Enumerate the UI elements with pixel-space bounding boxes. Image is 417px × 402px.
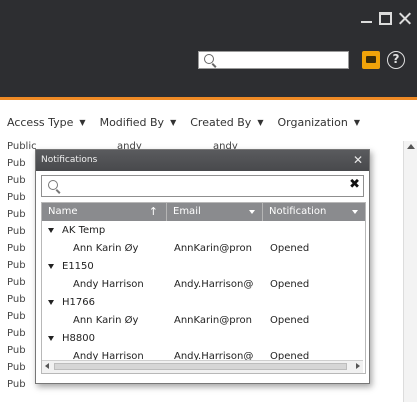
grid-header: Name ↑ Email Notification bbox=[42, 203, 365, 221]
folder-icon[interactable] bbox=[362, 51, 380, 69]
chevron-down-icon[interactable]: ▼ bbox=[257, 118, 263, 127]
group-label: H8800 bbox=[62, 332, 95, 344]
main-search-box[interactable] bbox=[198, 51, 349, 69]
dialog-search-box[interactable]: ✖ bbox=[41, 175, 364, 197]
notifications-dialog: Notifications ✕ ✖ Name ↑ Email Notificat… bbox=[35, 149, 370, 384]
column-header-access-type[interactable]: Access Type ▼ bbox=[7, 116, 100, 129]
scroll-up-icon[interactable] bbox=[407, 144, 415, 149]
help-icon[interactable]: ? bbox=[387, 51, 405, 69]
dialog-search-input[interactable] bbox=[64, 177, 338, 195]
maximize-icon[interactable] bbox=[379, 12, 392, 25]
collapse-icon[interactable] bbox=[48, 335, 54, 341]
search-icon bbox=[48, 180, 58, 190]
cell-notification: Opened bbox=[270, 278, 310, 290]
cell-name: Andy Harrison bbox=[73, 278, 144, 290]
group-row[interactable]: H8800 bbox=[42, 329, 365, 347]
horizontal-scrollbar[interactable] bbox=[42, 360, 363, 373]
clear-icon[interactable]: ✖ bbox=[349, 177, 360, 192]
main-search-input[interactable] bbox=[221, 53, 345, 69]
scroll-left-icon[interactable] bbox=[45, 363, 49, 369]
chevron-down-icon[interactable] bbox=[352, 210, 358, 214]
column-header-organization[interactable]: Organization ▼ bbox=[277, 116, 373, 129]
table-row[interactable]: Ann Karin Øy AnnKarin@pron Opened bbox=[42, 311, 365, 329]
column-header-modified-by[interactable]: Modified By ▼ bbox=[100, 116, 191, 129]
group-label: H1766 bbox=[62, 296, 95, 308]
collapse-icon[interactable] bbox=[48, 263, 54, 269]
accent-divider bbox=[0, 97, 417, 100]
column-label: Modified By bbox=[99, 115, 165, 129]
window-controls bbox=[360, 12, 411, 25]
group-row[interactable]: E1150 bbox=[42, 257, 365, 275]
close-icon[interactable]: ✕ bbox=[353, 150, 363, 171]
sort-ascending-icon[interactable]: ↑ bbox=[149, 203, 158, 221]
scroll-right-icon[interactable] bbox=[356, 363, 360, 369]
chevron-down-icon[interactable]: ▼ bbox=[79, 118, 85, 127]
close-icon[interactable] bbox=[398, 12, 411, 25]
column-label: Created By bbox=[190, 115, 252, 129]
cell-name: Ann Karin Øy bbox=[73, 242, 139, 254]
vertical-scrollbar[interactable] bbox=[403, 141, 417, 402]
chevron-down-icon[interactable] bbox=[249, 210, 255, 214]
notifications-grid: Name ↑ Email Notification AK Temp Ann Ka… bbox=[41, 202, 366, 374]
grid-column-headers: Access Type ▼ Modified By ▼ Created By ▼ Or… bbox=[0, 103, 417, 141]
column-header-created-by[interactable]: Created By ▼ bbox=[190, 116, 277, 129]
cell-email: Andy.Harrison@ bbox=[174, 278, 254, 290]
group-row[interactable]: AK Temp bbox=[42, 221, 365, 239]
table-row[interactable]: Andy Harrison Andy.Harrison@ Opened bbox=[42, 275, 365, 293]
table-row[interactable]: Ann Karin Øy AnnKarin@pron Opened bbox=[42, 239, 365, 257]
group-label: AK Temp bbox=[62, 224, 106, 236]
chevron-down-icon[interactable]: ▼ bbox=[170, 118, 176, 127]
column-label: Access Type bbox=[7, 115, 74, 129]
collapse-icon[interactable] bbox=[48, 227, 54, 233]
column-label: Organization bbox=[277, 115, 348, 129]
cell-name: Ann Karin Øy bbox=[73, 314, 139, 326]
column-header-email[interactable]: Email bbox=[167, 203, 263, 221]
cell-email: AnnKarin@pron bbox=[174, 314, 252, 326]
search-icon bbox=[204, 54, 214, 64]
app-header: ? bbox=[0, 0, 417, 97]
collapse-icon[interactable] bbox=[48, 299, 54, 305]
group-label: E1150 bbox=[62, 260, 94, 272]
column-label: Email bbox=[173, 206, 201, 217]
column-header-name[interactable]: Name ↑ bbox=[42, 203, 167, 221]
dialog-titlebar[interactable]: Notifications ✕ bbox=[36, 150, 369, 171]
cell-email: AnnKarin@pron bbox=[174, 242, 252, 254]
cell-notification: Opened bbox=[270, 314, 310, 326]
cell-notification: Opened bbox=[270, 242, 310, 254]
minimize-icon[interactable] bbox=[360, 12, 373, 25]
scrollbar-thumb[interactable] bbox=[54, 363, 347, 370]
chevron-down-icon[interactable]: ▼ bbox=[354, 118, 360, 127]
column-label: Name bbox=[48, 206, 78, 217]
column-label: Notification bbox=[269, 206, 327, 217]
dialog-title: Notifications bbox=[41, 155, 98, 165]
group-row[interactable]: H1766 bbox=[42, 293, 365, 311]
column-header-notification[interactable]: Notification bbox=[263, 203, 365, 221]
